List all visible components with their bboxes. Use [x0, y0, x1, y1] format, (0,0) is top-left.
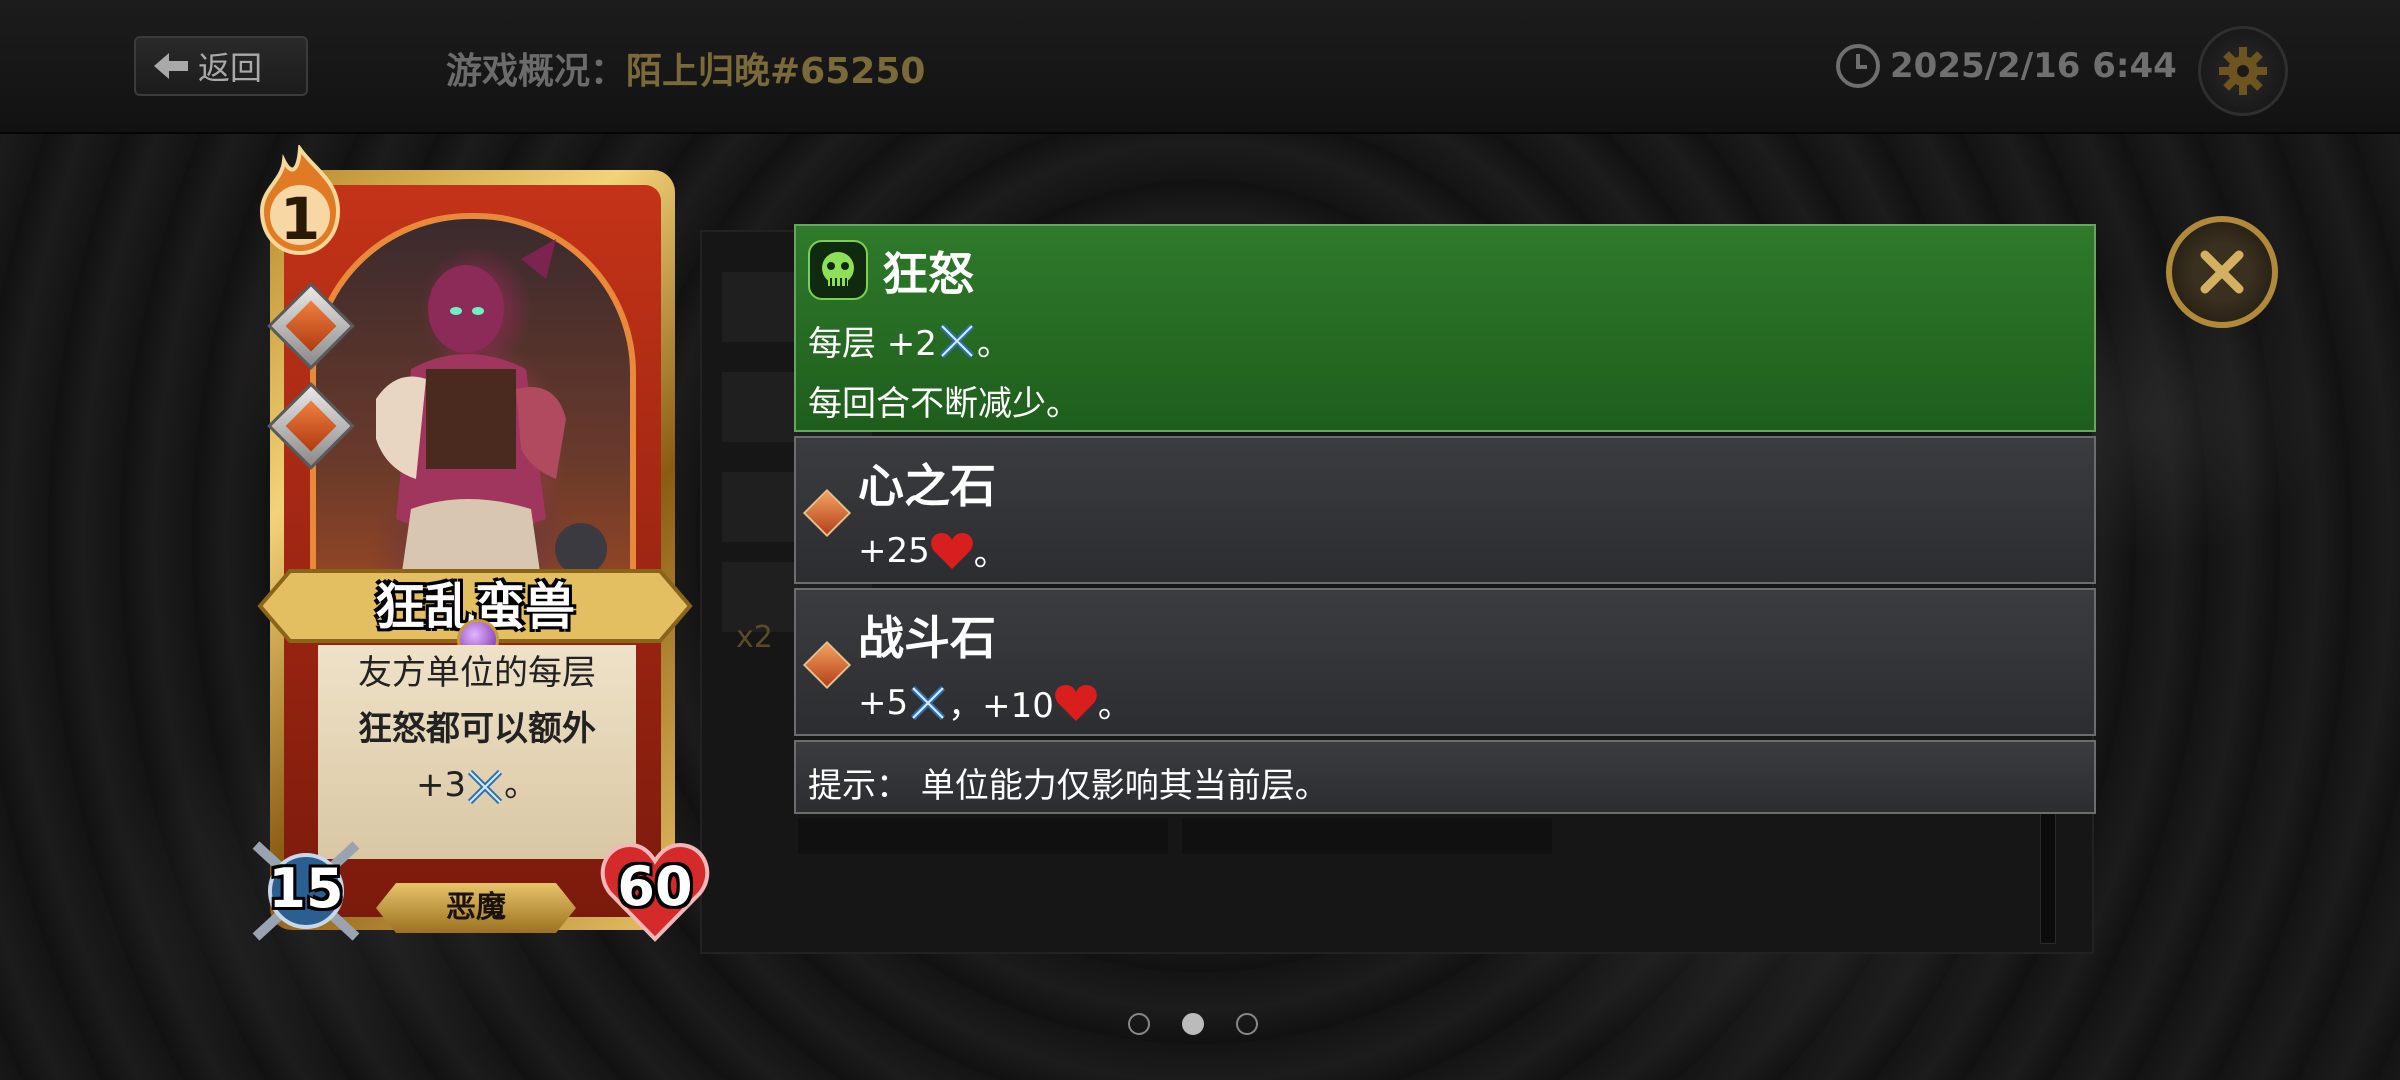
attack-value: 15 — [268, 857, 344, 920]
crossed-swords-icon — [911, 685, 946, 720]
rage-line-1-text: 每层 +2 — [808, 324, 937, 364]
scrollbar[interactable] — [2040, 812, 2056, 944]
unit-type: 恶魔 — [376, 883, 576, 933]
player-name: 陌上归晚#65250 — [626, 51, 926, 92]
page-dot[interactable] — [1236, 1013, 1258, 1035]
unit-card: 1 狂乱蛮兽 友方单位的每层 狂怒都可以额外 +3。 15 恶魔 60 — [250, 143, 710, 955]
overview-label: 游戏概况： — [446, 51, 627, 92]
heart-stone-suffix: 。 — [973, 534, 1008, 574]
rage-panel: 狂怒 每层 +2 。 每回合不断减少。 — [794, 224, 2096, 432]
heart-icon — [1055, 684, 1097, 721]
heart-stone-effect: +25 。 — [858, 526, 1008, 575]
battle-stone-effect: +5 ，+10 。 — [858, 678, 1132, 727]
hint-panel: 提示： 单位能力仅影响其当前层。 — [794, 740, 2096, 814]
cost-badge: 1 — [254, 143, 346, 256]
description-line: 狂怒都可以额外 — [358, 709, 596, 749]
clock-icon — [1836, 44, 1880, 88]
battle-stone-icon — [802, 640, 852, 690]
battle-stone-suffix: 。 — [1097, 686, 1132, 726]
battle-stone-health-value: ，+10 — [948, 686, 1054, 726]
rage-line-1-suffix: 。 — [976, 324, 1011, 364]
top-bar: 返回 游戏概况： 陌上归晚#65250 2025/2/16 6:44 — [0, 0, 2400, 134]
hint-text: 提示： 单位能力仅影响其当前层。 — [808, 766, 1329, 806]
back-button[interactable]: 返回 — [134, 36, 308, 96]
health-value: 60 — [617, 855, 693, 918]
heart-stone-value: +25 — [858, 530, 930, 571]
gear-icon — [2219, 47, 2267, 95]
table-cell — [1182, 818, 1552, 854]
multiplier-label: x2 — [736, 620, 773, 655]
heart-stone-panel: 心之石 +25 。 — [794, 436, 2096, 584]
game-overview: 游戏概况： 陌上归晚#65250 — [446, 42, 925, 94]
heart-icon — [930, 532, 973, 569]
table-cell — [798, 818, 1168, 854]
description-bonus: +3 — [415, 765, 467, 805]
battle-stone-attack-value: +5 — [858, 682, 909, 723]
page-dot[interactable] — [1128, 1013, 1150, 1035]
page-dot-active[interactable] — [1182, 1013, 1204, 1035]
description-line: 友方单位的每层 — [358, 653, 596, 693]
heart-stone-icon — [802, 488, 852, 538]
rage-title: 狂怒 — [882, 247, 974, 301]
datetime-text: 2025/2/16 6:44 — [1890, 46, 2177, 86]
pagination-dots — [1128, 1013, 1258, 1035]
back-label: 返回 — [198, 49, 263, 87]
back-arrow-icon — [154, 53, 188, 79]
heart-stone-title: 心之石 — [858, 459, 996, 513]
rage-line-2: 每回合不断减少。 — [808, 384, 1080, 424]
card-description: 友方单位的每层 狂怒都可以额外 +3。 — [318, 645, 636, 859]
datetime-display: 2025/2/16 6:44 — [1834, 42, 2177, 90]
crossed-swords-icon — [467, 769, 503, 804]
battle-stone-panel: 战斗石 +5 ，+10 。 — [794, 588, 2096, 736]
attack-badge: 15 — [250, 835, 362, 947]
health-badge: 60 — [600, 835, 710, 947]
close-icon — [2200, 250, 2244, 294]
card-cost: 1 — [279, 185, 321, 253]
battle-stone-title: 战斗石 — [858, 611, 996, 665]
settings-button[interactable] — [2198, 26, 2288, 116]
description-line: +3。 — [415, 765, 539, 805]
close-button[interactable] — [2166, 216, 2278, 328]
rage-line-1: 每层 +2 。 — [808, 316, 1011, 365]
crossed-swords-icon — [939, 323, 975, 358]
rage-skull-icon — [808, 240, 868, 300]
